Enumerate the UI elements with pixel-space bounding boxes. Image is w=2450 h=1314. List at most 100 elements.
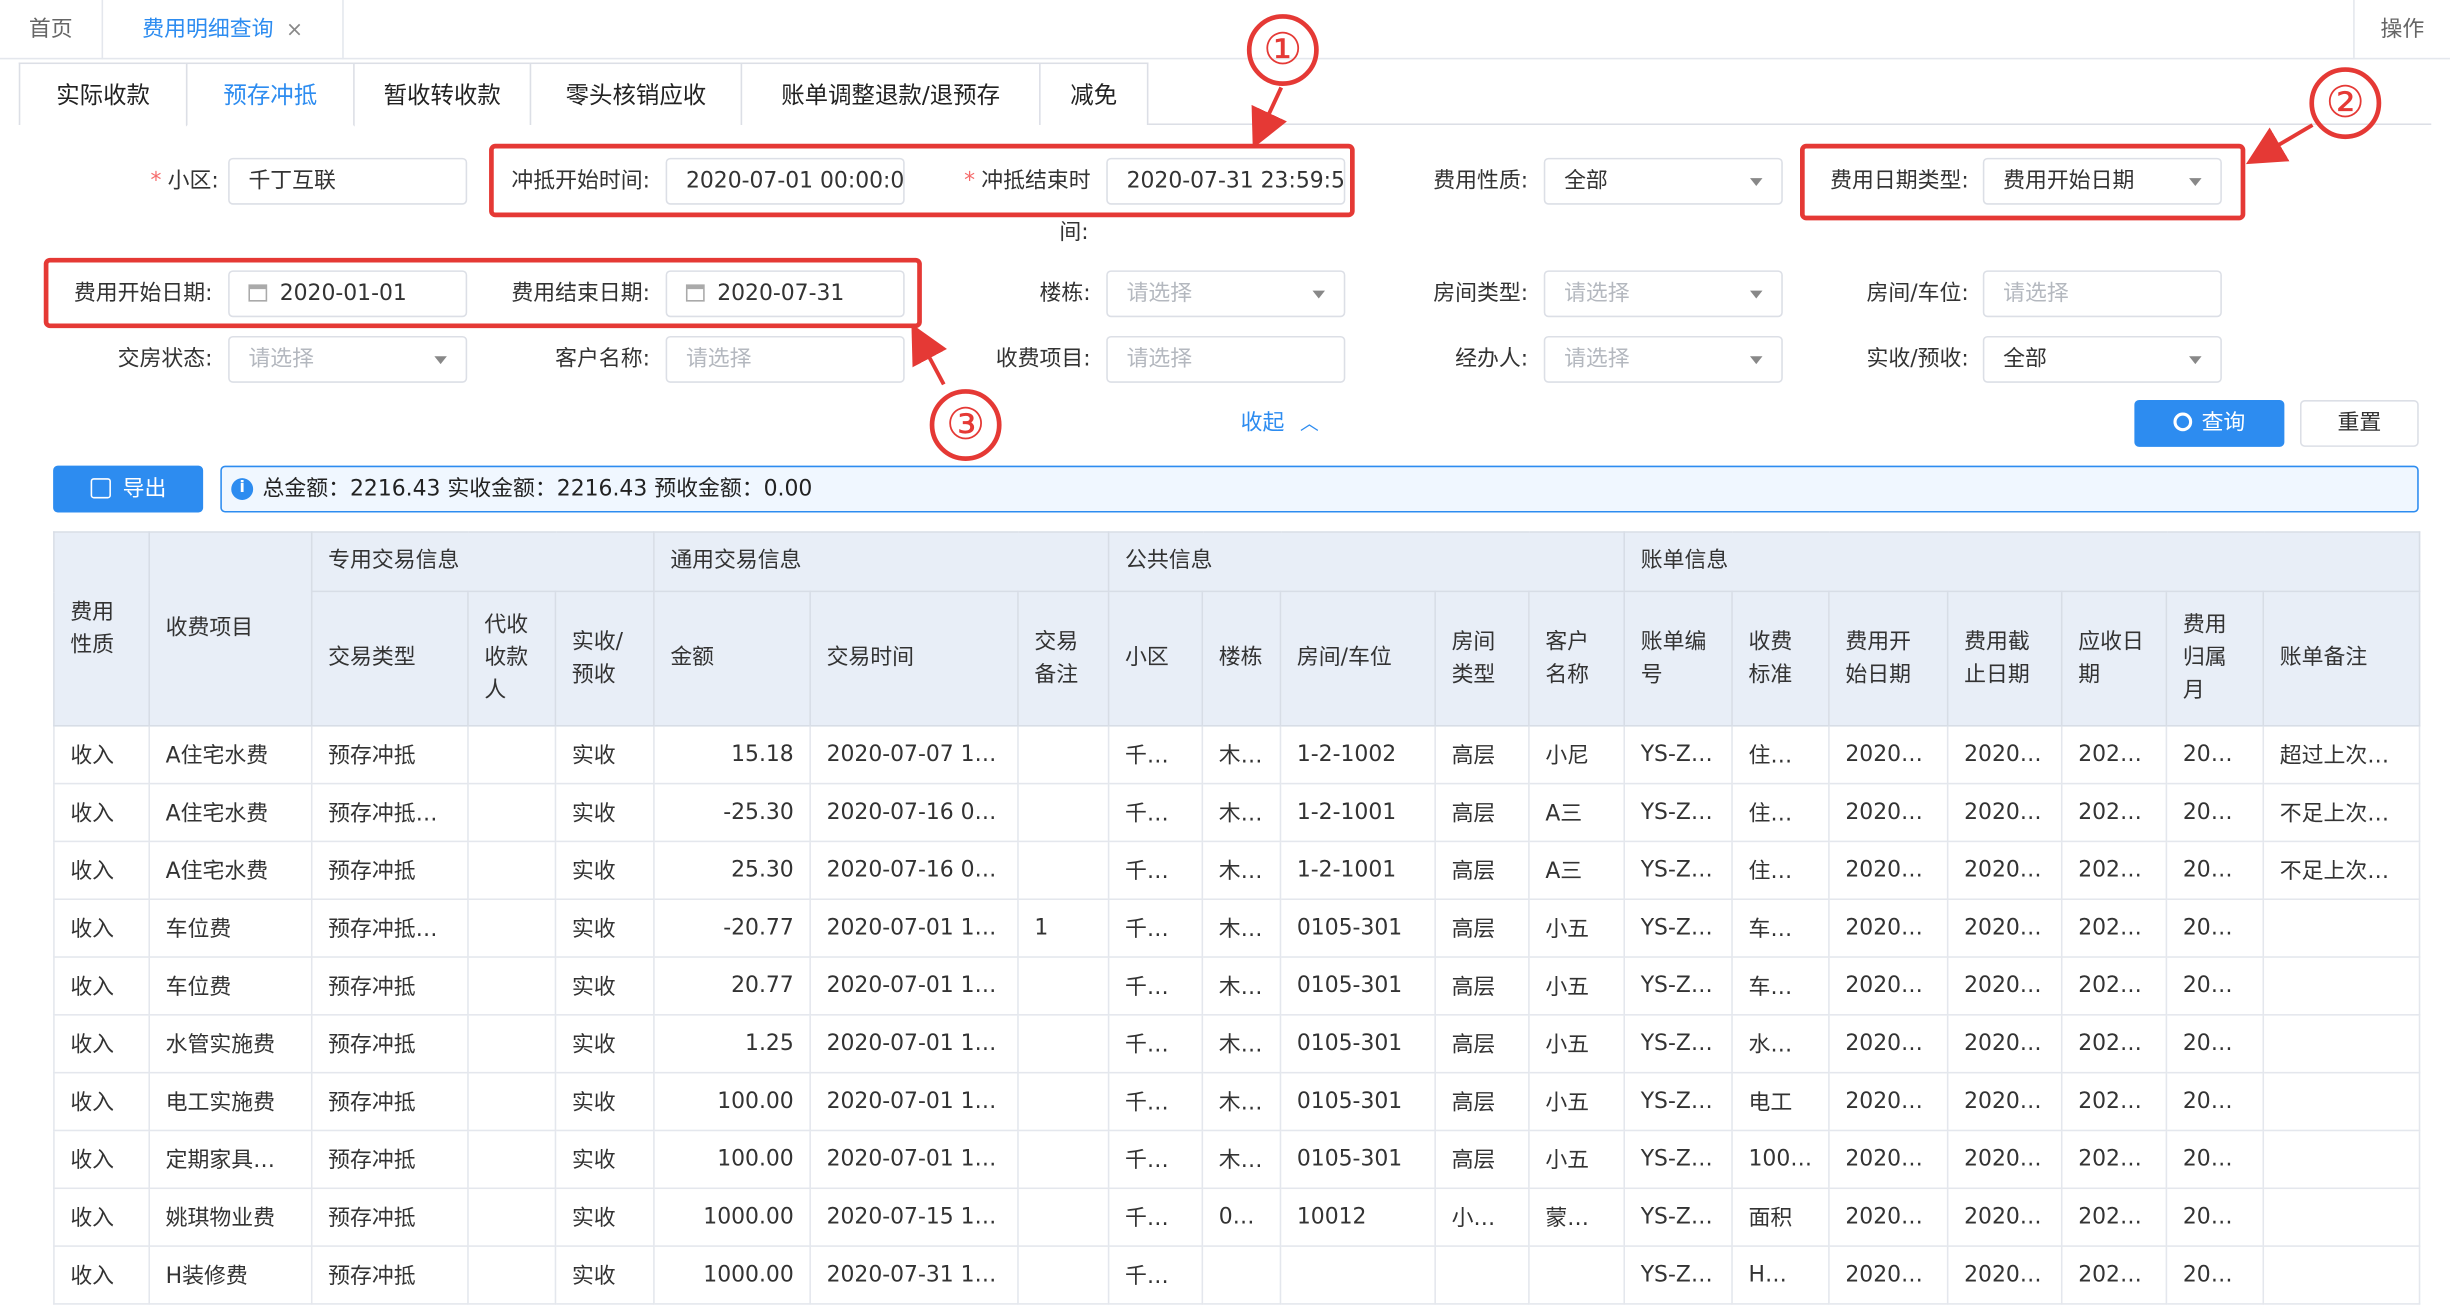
table-cell: 电工 bbox=[1731, 1071, 1830, 1132]
table-cell: 0105-301 bbox=[1279, 1071, 1436, 1132]
column-header[interactable]: 交易时间 bbox=[809, 590, 1019, 727]
table-cell: 2020… bbox=[1828, 1071, 1949, 1132]
handover-select[interactable]: 请选择 bbox=[228, 335, 468, 383]
table-cell: YS-Z… bbox=[1623, 1187, 1733, 1247]
query-button[interactable]: 查询 bbox=[2134, 400, 2285, 447]
column-header[interactable]: 房间/车位 bbox=[1279, 590, 1436, 727]
calendar-icon bbox=[685, 284, 705, 302]
table-cell: 20… bbox=[2165, 1245, 2265, 1305]
table-cell: 2020… bbox=[1828, 725, 1949, 785]
operations-menu[interactable]: 操作 bbox=[2353, 0, 2450, 60]
subtab-bill-adjust-refund[interactable]: 账单调整退款/退预存 bbox=[740, 62, 1041, 125]
column-header[interactable]: 收费标准 bbox=[1731, 590, 1830, 727]
table-cell: 千… bbox=[1107, 1245, 1204, 1305]
table-cell: 高层 bbox=[1434, 898, 1530, 958]
close-icon[interactable]: × bbox=[286, 19, 303, 42]
column-header[interactable]: 小区 bbox=[1107, 590, 1204, 727]
subtab-odd-writeoff[interactable]: 零头核销应收 bbox=[529, 62, 743, 125]
tab-fee-detail-query[interactable]: 费用明细查询 × bbox=[103, 0, 344, 60]
table-row[interactable]: 收入 电工实施费 预存冲抵 实收 100.00 2020-07-01 1… 千… 木… 0105… bbox=[53, 1071, 2421, 1132]
subtab-actual-receipt[interactable]: 实际收款 bbox=[18, 62, 188, 125]
column-header[interactable]: 金额 bbox=[653, 590, 811, 727]
group-general-transaction: 通用交易信息 bbox=[653, 531, 1110, 593]
page-tab-bar: 首页 费用明细查询 × 操作 bbox=[0, 0, 2450, 60]
table-cell: 2020… bbox=[1828, 1129, 1949, 1190]
receipt-type-select[interactable]: 全部 bbox=[1982, 335, 2222, 383]
search-icon bbox=[2173, 412, 2193, 432]
table-cell: 住… bbox=[1731, 782, 1830, 843]
table-cell: YS-Z… bbox=[1623, 840, 1733, 900]
column-header[interactable]: 账单编号 bbox=[1623, 590, 1733, 727]
table-row[interactable]: 收入 车位费 预存冲抵 实收 20.77 2020-07-01 1… 千… 木… 0105-30… bbox=[53, 956, 2421, 1016]
table-cell bbox=[1017, 725, 1110, 785]
tab-fee-detail-label: 费用明细查询 bbox=[142, 17, 274, 43]
column-header[interactable]: 费用归属月 bbox=[2165, 590, 2265, 727]
fee-start-date-input[interactable]: 2020-01-01 bbox=[228, 270, 468, 318]
offset-end-input[interactable]: 2020-07-31 23:59:59 bbox=[1106, 157, 1346, 205]
subtab-prepaid-offset[interactable]: 预存冲抵 bbox=[185, 62, 355, 127]
community-input[interactable]: 千丁互联 bbox=[228, 157, 468, 205]
table-row[interactable]: 收入 A住宅水费 预存冲抵 实收 25.30 2020-07-16 0… 千… 木… 1-2-1… bbox=[53, 840, 2421, 900]
building-select[interactable]: 请选择 bbox=[1106, 270, 1346, 318]
table-cell bbox=[2262, 1245, 2421, 1305]
column-header[interactable]: 费用开始日期 bbox=[1828, 590, 1949, 727]
subtab-temp-to-receipt[interactable]: 暂收转收款 bbox=[353, 62, 532, 125]
table-cell bbox=[1017, 840, 1110, 900]
table-cell: 202… bbox=[2061, 898, 2168, 958]
offset-start-input[interactable]: 2020-07-01 00:00:00 bbox=[665, 157, 905, 205]
reset-button[interactable]: 重置 bbox=[2300, 400, 2419, 447]
handler-select[interactable]: 请选择 bbox=[1543, 335, 1783, 383]
table-cell: 2020… bbox=[1946, 725, 2063, 785]
column-header[interactable]: 交易备注 bbox=[1017, 590, 1110, 727]
column-header[interactable]: 房间类型 bbox=[1434, 590, 1530, 727]
table-cell: H… bbox=[1731, 1245, 1830, 1305]
tab-home[interactable]: 首页 bbox=[0, 0, 104, 60]
table-cell: 1-2-1002 bbox=[1279, 725, 1436, 785]
table-cell: 收入 bbox=[53, 1071, 150, 1132]
table-cell: 木… bbox=[1201, 782, 1282, 843]
export-button[interactable]: 导出 bbox=[53, 465, 204, 513]
table-row[interactable]: 收入 水管实施费 预存冲抵 实收 1.25 2020-07-01 1… 千… 木… 0105-3… bbox=[53, 1014, 2421, 1074]
table-cell: 车位费 bbox=[148, 956, 313, 1016]
table-row[interactable]: 收入 姚琪物业费 预存冲抵 实收 1000.00 2020-07-15 1… 千… 0… 100… bbox=[53, 1187, 2421, 1247]
fee-end-date-input[interactable]: 2020-07-31 bbox=[665, 270, 905, 318]
collapse-toggle[interactable]: 收起 ︿ bbox=[1241, 406, 1319, 440]
table-cell: 预存冲抵 bbox=[310, 1129, 469, 1190]
subtab-waiver[interactable]: 减免 bbox=[1039, 62, 1149, 125]
table-cell: 1000.00 bbox=[653, 1245, 811, 1305]
table-cell: 2020… bbox=[1828, 840, 1949, 900]
table-cell: 实收 bbox=[554, 956, 655, 1016]
offset-end-label-tail: 间: bbox=[1059, 220, 1089, 246]
table-cell: A住宅水费 bbox=[148, 782, 313, 843]
fee-nature-select[interactable]: 全部 bbox=[1543, 157, 1783, 205]
table-row[interactable]: 收入 定期家具… 预存冲抵 实收 100.00 2020-07-01 1… 千… 木… 0105… bbox=[53, 1129, 2421, 1190]
column-header[interactable]: 客户名称 bbox=[1528, 590, 1626, 727]
table-cell bbox=[467, 1245, 557, 1305]
table-cell: 实收 bbox=[554, 1129, 655, 1190]
table-row[interactable]: 收入 A住宅水费 预存冲抵 实收 15.18 2020-07-07 1… 千… 木… 1-2-1… bbox=[53, 725, 2421, 785]
column-header[interactable]: 楼栋 bbox=[1201, 590, 1282, 727]
table-cell: 2020-07-07 1… bbox=[809, 725, 1019, 785]
room-type-select[interactable]: 请选择 bbox=[1543, 270, 1783, 318]
table-cell: 2020… bbox=[1946, 1071, 2063, 1132]
charge-item-input[interactable]: 请选择 bbox=[1106, 335, 1346, 383]
room-input[interactable]: 请选择 bbox=[1982, 270, 2222, 318]
table-cell bbox=[1201, 1245, 1282, 1305]
column-header[interactable]: 实收/预收 bbox=[554, 590, 655, 727]
column-header[interactable]: 应收日期 bbox=[2061, 590, 2168, 727]
arrow-two bbox=[2245, 123, 2314, 165]
column-header[interactable]: 账单备注 bbox=[2262, 590, 2421, 727]
column-header[interactable]: 交易类型 bbox=[310, 590, 469, 727]
column-header[interactable]: 费用截止日期 bbox=[1946, 590, 2063, 727]
customer-input[interactable]: 请选择 bbox=[665, 335, 905, 383]
table-row[interactable]: 收入 A住宅水费 预存冲抵… 实收 -25.30 2020-07-16 0… 千… 木… 1-2… bbox=[53, 782, 2421, 843]
date-type-select[interactable]: 费用开始日期 bbox=[1982, 157, 2222, 205]
table-cell: 2020… bbox=[1946, 1129, 2063, 1190]
table-row[interactable]: 收入 车位费 预存冲抵… 实收 -20.77 2020-07-01 1… 1 千… 木… 0105… bbox=[53, 898, 2421, 958]
table-row[interactable]: 收入 H装修费 预存冲抵 实收 1000.00 2020-07-31 1… 千… YS-Z… H… bbox=[53, 1245, 2421, 1305]
table-cell: 千… bbox=[1107, 782, 1204, 843]
table-cell bbox=[2262, 1187, 2421, 1247]
table-cell: A住宅水费 bbox=[148, 725, 313, 785]
fee-nature-label: 费用性质: bbox=[1433, 168, 1529, 194]
column-header[interactable]: 代收收款人 bbox=[467, 590, 557, 727]
